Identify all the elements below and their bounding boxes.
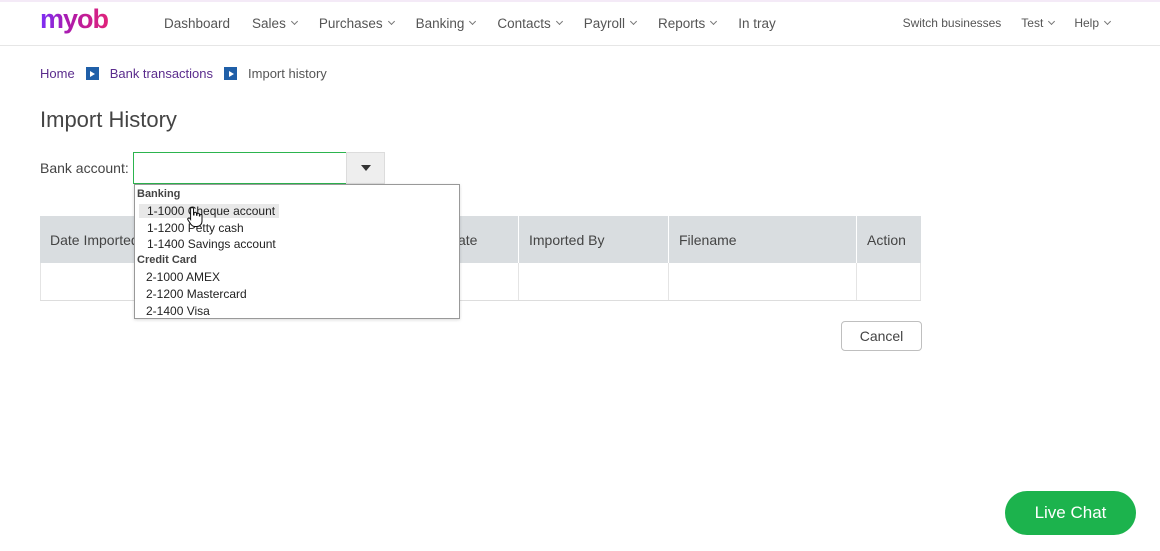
dropdown-option-visa[interactable]: 2-1400 Visa [146,304,210,318]
dropdown-group-credit-card: Credit Card [137,254,197,266]
dropdown-group-banking: Banking [137,188,181,200]
bank-account-label: Bank account: [40,160,129,176]
chevron-down-icon [1048,17,1056,25]
breadcrumb-home[interactable]: Home [40,66,75,81]
nav-purchases-label: Purchases [318,15,383,31]
nav-in-tray[interactable]: In tray [738,16,776,31]
nav-sales-label: Sales [252,15,286,31]
nav-contacts[interactable]: Contacts [497,15,563,31]
nav-purchases[interactable]: Purchases [318,15,395,31]
page-title: Import History [40,107,177,132]
table-cell [856,263,921,300]
chevron-down-icon [555,17,563,25]
chevron-down-icon [469,17,477,25]
bank-account-dropdown-button[interactable] [346,152,385,184]
nav-dashboard[interactable]: Dashboard [164,16,230,31]
nav-reports-label: Reports [657,15,706,31]
table-cell [518,263,668,300]
hand-cursor-icon [187,206,203,227]
nav-in-tray-label: In tray [738,15,776,31]
user-menu-label: Test [1021,16,1044,30]
chevron-down-icon [629,17,638,25]
nav-contacts-label: Contacts [497,15,551,31]
dropdown-option-savings-account[interactable]: 1-1400 Savings account [147,237,276,251]
column-header-action[interactable]: Action [856,216,921,263]
breadcrumb: Home Bank transactions Import history [40,66,327,81]
bank-account-select[interactable] [133,152,347,184]
table-cell [668,263,856,300]
switch-businesses-label: Switch businesses [902,16,1002,30]
breadcrumb-arrow-icon [224,67,238,80]
column-header-label: ate [458,231,478,248]
cancel-button[interactable]: Cancel [841,321,922,351]
live-chat-button[interactable]: Live Chat [1005,491,1136,535]
nav-banking[interactable]: Banking [415,15,477,31]
top-nav-bar: myob Dashboard Sales Purchases Banking C… [0,0,1160,46]
nav-payroll-label: Payroll [583,15,625,31]
dropdown-option-mastercard[interactable]: 2-1200 Mastercard [146,287,247,301]
bank-account-dropdown-list: Banking 1-1000 Cheque account 1-1200 Pet… [134,184,460,319]
chevron-down-icon [1103,17,1112,25]
dropdown-option-amex[interactable]: 2-1000 AMEX [146,270,220,284]
caret-down-icon [360,165,371,171]
nav-reports[interactable]: Reports [657,15,718,31]
chevron-down-icon [387,17,395,25]
chevron-down-icon [710,17,718,25]
breadcrumb-bank-transactions[interactable]: Bank transactions [110,66,213,81]
nav-dashboard-label: Dashboard [164,15,231,31]
nav-sales[interactable]: Sales [252,15,298,31]
main-nav: Dashboard Sales Purchases Banking Contac… [164,0,798,46]
column-header-label: Date Imported [50,231,139,248]
breadcrumb-current: Import history [248,66,327,81]
column-header-imported-by[interactable]: Imported By [518,216,668,263]
nav-payroll[interactable]: Payroll [583,15,638,31]
column-header-filename[interactable]: Filename [668,216,856,263]
chevron-down-icon [290,17,298,25]
column-header-label: Action [867,231,906,248]
column-header-label: Filename [679,231,737,248]
breadcrumb-arrow-icon [85,67,99,80]
dropdown-option-cheque-account[interactable]: 1-1000 Cheque account [139,204,280,218]
switch-businesses-link[interactable]: Switch businesses [903,16,1002,30]
help-menu[interactable]: Help [1074,16,1112,30]
user-menu[interactable]: Test [1021,16,1056,30]
column-header-label: Imported By [529,231,605,248]
help-menu-label: Help [1074,16,1099,30]
nav-banking-label: Banking [415,15,465,31]
myob-logo[interactable]: myob [40,4,109,35]
right-nav: Switch businesses Test Help [883,0,1112,46]
